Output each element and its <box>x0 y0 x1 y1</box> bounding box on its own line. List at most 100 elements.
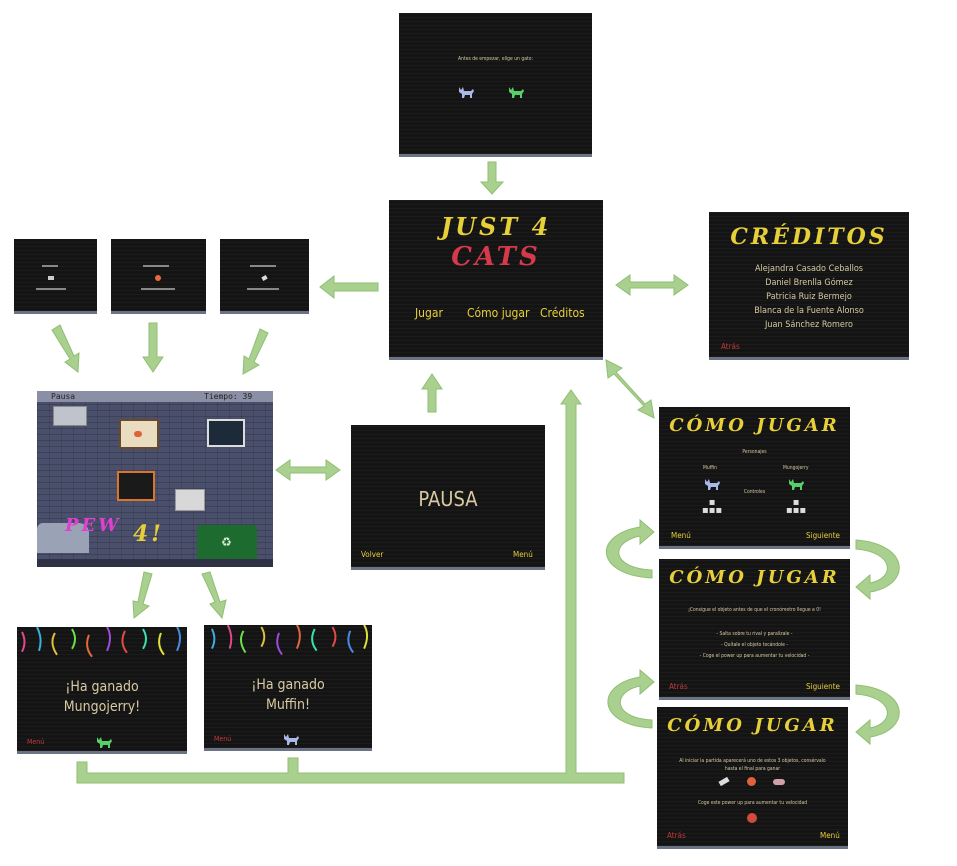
howto-tips: - Salta sobre tu rival y paralízale - - … <box>659 629 850 662</box>
powerup-icon <box>747 813 757 823</box>
intro-object-icon <box>155 275 161 281</box>
win-name: Muffin! <box>265 697 311 713</box>
cat-green-icon <box>97 737 112 748</box>
cat-blue-icon <box>284 734 299 745</box>
arrow-intro3-to-game <box>242 328 269 375</box>
credit-name: Juan Sánchez Romero <box>765 320 853 330</box>
howto-screen-1: CÓMO JUGAR Personajes Muffin Mungojerry … <box>659 407 850 549</box>
air-conditioner <box>53 406 87 426</box>
arrow-select-to-menu <box>479 161 505 195</box>
pause-button[interactable]: Pausa <box>51 392 75 401</box>
win-name: Mungojerry! <box>63 699 141 715</box>
intro-object-icon <box>261 275 268 281</box>
win-line: ¡Ha ganado <box>251 677 325 693</box>
air-conditioner <box>175 489 205 511</box>
intro-text-line <box>247 288 279 290</box>
play-button[interactable]: Jugar <box>415 306 443 320</box>
select-cat-screen: Antes de empezar, elige un gato: <box>399 13 592 157</box>
howto-menu-button[interactable]: Menú <box>671 531 691 540</box>
howto-title: CÓMO JUGAR <box>669 567 840 588</box>
howto-next-button[interactable]: Siguiente <box>806 682 840 691</box>
tip: - Coge el power up para aumentar tu velo… <box>699 653 810 659</box>
select-prompt: Antes de empezar, elige un gato: <box>458 56 533 62</box>
win-message: ¡Ha ganado Mungojerry! <box>17 677 187 717</box>
intro-screen-1 <box>14 239 97 314</box>
arrow-pause-to-menu <box>421 373 443 413</box>
graffiti-text: PEW <box>65 515 122 536</box>
arrow-game-to-win2 <box>201 571 227 620</box>
arrow-game-to-win1 <box>132 571 153 619</box>
mouse-icon <box>773 779 785 785</box>
curve-howto2-to-howto1 <box>605 518 655 579</box>
credits-names: Alejandra Casado Ceballos Daniel Brenlla… <box>709 262 909 332</box>
win-line: ¡Ha ganado <box>65 679 139 695</box>
recycle-icon: ♻ <box>221 535 232 549</box>
intro-text-line <box>141 288 175 290</box>
menu-title-line1: JUST 4 <box>440 212 552 241</box>
howto-screen-2: CÓMO JUGAR ¡Consigue el objeto antes de … <box>659 559 850 700</box>
dumpster: ♻ <box>197 525 257 559</box>
text-line: Al iniciar la partida aparecerá uno de e… <box>679 758 826 764</box>
intro-text-line <box>250 265 276 267</box>
pause-menu-button[interactable]: Menú <box>513 550 533 559</box>
cat2-name: Mungojerry <box>783 465 809 471</box>
arrow-intro1-to-game <box>51 324 80 373</box>
menu-title-line2: CATS <box>451 242 541 272</box>
credits-title: CRÉDITOS <box>730 224 888 250</box>
howto-menu-button[interactable]: Menú <box>820 831 840 840</box>
pause-screen: PAUSA Volver Menú <box>351 425 545 570</box>
credits-button[interactable]: Créditos <box>540 306 585 320</box>
bottle-icon <box>718 776 730 787</box>
controls-label: Controles <box>743 489 766 495</box>
win-screen-mungojerry: ¡Ha ganado Mungojerry! Menú <box>17 627 187 754</box>
howto-objects-text: Al iniciar la partida aparecerá uno de e… <box>657 757 848 773</box>
howto-title: CÓMO JUGAR <box>669 415 840 436</box>
game-screen: Pausa Tiempo: 39 PEW 4! ♻ <box>37 391 273 567</box>
controls-keys-left-icon: ▪ ▪▪▪ <box>701 497 723 516</box>
howto-intro: ¡Consigue el objeto antes de que el cron… <box>688 607 821 613</box>
tip: - Quítale el objeto tocándole - <box>721 642 788 648</box>
credit-name: Daniel Brenlla Gómez <box>765 278 853 288</box>
intro-text-line <box>143 265 169 267</box>
credits-screen: CRÉDITOS Alejandra Casado Ceballos Danie… <box>709 212 909 360</box>
intro-screen-3 <box>220 239 309 314</box>
resume-button[interactable]: Volver <box>361 550 383 559</box>
win-screen-muffin: ¡Ha ganado Muffin! Menú <box>204 625 372 751</box>
arrow-menu-credits <box>615 274 689 296</box>
curve-howto2-to-howto3 <box>855 684 900 746</box>
window <box>117 471 155 501</box>
howto-back-button[interactable]: Atrás <box>667 831 686 840</box>
cat-green-icon[interactable] <box>507 85 525 99</box>
howto-next-button[interactable]: Siguiente <box>806 531 840 540</box>
ground <box>37 559 273 567</box>
curve-howto3-to-howto2 <box>607 668 655 729</box>
credit-name: Patricia Ruiz Bermejo <box>766 292 852 302</box>
win-menu-button[interactable]: Menú <box>27 738 44 746</box>
credits-back-button[interactable]: Atrás <box>721 342 740 351</box>
howto-back-button[interactable]: Atrás <box>669 682 688 691</box>
characters-label: Personajes <box>742 449 767 455</box>
win-menu-button[interactable]: Menú <box>214 735 231 743</box>
how-to-play-button[interactable]: Cómo jugar <box>467 306 529 320</box>
controls-keys-right-icon: ▪ ▪▪▪ <box>785 497 807 516</box>
cat1-name: Muffin <box>703 465 717 471</box>
credit-name: Alejandra Casado Ceballos <box>755 264 863 274</box>
arrow-intro2-to-game <box>142 322 164 373</box>
cat-blue-icon[interactable] <box>457 85 475 99</box>
timer-display: Tiempo: 39 <box>204 392 253 401</box>
arrow-menu-to-intros <box>319 274 379 300</box>
powerup-text: Coge este power up para aumentar tu velo… <box>697 800 808 806</box>
intro-cat-icon <box>48 276 54 280</box>
intro-text-line <box>36 288 66 290</box>
window <box>207 419 245 447</box>
window <box>119 419 159 449</box>
arrow-game-pause <box>275 459 341 481</box>
tip: - Salta sobre tu rival y paralízale - <box>716 631 793 637</box>
arrow-menu-howto <box>605 359 655 419</box>
howto-title: CÓMO JUGAR <box>667 715 838 736</box>
win-message: ¡Ha ganado Muffin! <box>204 675 372 715</box>
intro-screen-2 <box>111 239 206 314</box>
fish-icon <box>747 777 756 786</box>
main-menu-screen: JUST 4 CATS Jugar Cómo jugar Créditos <box>389 200 603 360</box>
credit-name: Blanca de la Fuente Alonso <box>754 306 864 316</box>
